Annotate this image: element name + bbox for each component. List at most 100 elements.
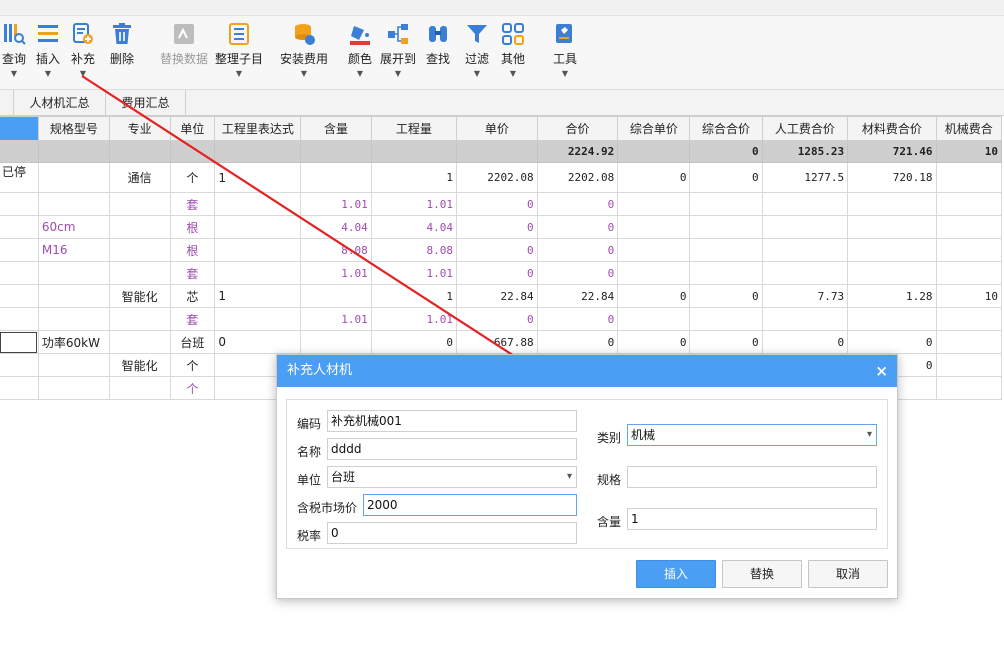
table-cell[interactable]: 0 — [456, 238, 538, 262]
col-header[interactable] — [0, 116, 39, 141]
table-cell[interactable]: 1.01 — [370, 261, 458, 285]
table-cell[interactable]: 0 — [214, 330, 302, 354]
table-cell[interactable] — [0, 330, 39, 354]
table-cell[interactable] — [108, 330, 171, 354]
table-cell[interactable]: 0 — [370, 330, 458, 354]
replace-button[interactable]: 替换 — [722, 560, 802, 588]
table-row[interactable]: 功率60kW 台班 0 0 667.88 0 0 0 0 0 — [0, 330, 1003, 354]
insert-button[interactable]: 插入 ▼ — [32, 22, 64, 84]
table-cell[interactable] — [37, 162, 110, 193]
table-cell[interactable] — [0, 284, 39, 308]
table-cell[interactable]: 功率60kW — [37, 330, 110, 354]
table-cell[interactable] — [617, 192, 691, 216]
table-cell[interactable] — [761, 215, 849, 239]
table-cell[interactable]: 1.01 — [300, 192, 372, 216]
table-cell[interactable]: 4.04 — [300, 215, 372, 239]
table-cell[interactable] — [37, 261, 110, 285]
col-header[interactable]: 工程里表达式 — [214, 116, 302, 141]
install-cost-button[interactable]: 安装费用 ▼ — [276, 22, 332, 84]
table-cell[interactable] — [108, 238, 171, 262]
expand-to-button[interactable]: 展开到 ▼ — [378, 22, 418, 84]
table-cell[interactable] — [37, 192, 110, 216]
table-cell[interactable] — [935, 261, 1003, 285]
table-cell[interactable]: 0 — [456, 215, 538, 239]
unit-select[interactable]: 台班 — [327, 466, 577, 488]
table-cell[interactable]: 22.84 — [456, 284, 538, 308]
table-cell[interactable] — [0, 376, 39, 400]
table-cell[interactable]: 4.04 — [370, 215, 458, 239]
table-cell[interactable]: 0 — [617, 330, 691, 354]
qty-input[interactable]: 1 — [627, 508, 877, 530]
table-cell[interactable]: 1.01 — [370, 192, 458, 216]
table-row[interactable]: 智能化芯 1 1 22.84 22.84 0 0 7.73 1.28 10 — [0, 284, 1003, 308]
table-cell[interactable]: 个 — [169, 353, 216, 377]
replace-data-button[interactable]: 替换数据 — [156, 22, 212, 84]
table-cell[interactable] — [108, 215, 171, 239]
table-cell[interactable] — [847, 261, 937, 285]
table-cell[interactable] — [689, 307, 763, 331]
table-cell[interactable] — [689, 238, 763, 262]
table-cell[interactable] — [214, 307, 302, 331]
table-cell[interactable]: 0 — [456, 307, 538, 331]
table-cell[interactable] — [108, 261, 171, 285]
col-header[interactable]: 综合单价 — [617, 116, 691, 141]
table-cell[interactable] — [761, 307, 849, 331]
organize-button[interactable]: 整理子目 ▼ — [212, 22, 266, 84]
price-input[interactable]: 2000 — [363, 494, 577, 516]
col-header[interactable]: 工程量 — [370, 116, 458, 141]
table-cell[interactable] — [689, 192, 763, 216]
table-cell[interactable] — [935, 238, 1003, 262]
table-cell[interactable]: 0 — [536, 215, 619, 239]
table-cell[interactable] — [0, 261, 39, 285]
table-cell[interactable]: 0 — [617, 162, 691, 193]
supplement-button[interactable]: 补充 ▼ — [66, 22, 100, 84]
table-cell[interactable] — [108, 192, 171, 216]
table-row[interactable]: M16 根 8.08 8.08 0 0 — [0, 238, 1003, 262]
col-header[interactable]: 综合合价 — [689, 116, 763, 141]
table-cell[interactable] — [300, 284, 372, 308]
table-cell[interactable]: 个 — [169, 376, 216, 400]
table-cell[interactable]: 22.84 — [536, 284, 619, 308]
code-input[interactable]: 补充机械001 — [327, 410, 577, 432]
table-cell[interactable]: 0 — [689, 284, 763, 308]
table-cell[interactable]: 0 — [536, 307, 619, 331]
table-cell[interactable] — [214, 261, 302, 285]
delete-button[interactable]: 删除 — [106, 22, 138, 84]
find-button[interactable]: 查找 — [422, 22, 454, 84]
insert-button[interactable]: 插入 — [636, 560, 716, 588]
table-cell[interactable] — [935, 353, 1003, 377]
table-cell[interactable] — [617, 215, 691, 239]
col-header[interactable]: 人工费合价 — [761, 116, 849, 141]
table-cell[interactable] — [935, 192, 1003, 216]
table-cell[interactable]: 套 — [169, 192, 216, 216]
table-cell[interactable]: 1 — [214, 284, 302, 308]
table-cell[interactable] — [300, 162, 372, 193]
spec-input[interactable] — [627, 466, 877, 488]
table-cell[interactable]: 1.01 — [300, 307, 372, 331]
table-cell[interactable]: 台班 — [169, 330, 216, 354]
table-cell[interactable]: 0 — [761, 330, 849, 354]
table-cell[interactable] — [0, 238, 39, 262]
table-cell[interactable]: 芯 — [169, 284, 216, 308]
table-cell[interactable]: 7.73 — [761, 284, 849, 308]
tab-cost-summary[interactable]: 费用汇总 — [106, 90, 186, 116]
table-cell[interactable]: 0 — [456, 261, 538, 285]
table-cell[interactable]: 720.18 — [847, 162, 937, 193]
col-header[interactable]: 含量 — [300, 116, 372, 141]
table-cell[interactable] — [847, 307, 937, 331]
table-cell[interactable]: 已停 — [0, 162, 39, 193]
col-header[interactable]: 单位 — [169, 116, 216, 141]
table-cell[interactable]: 通信 — [108, 162, 171, 193]
table-cell[interactable] — [108, 376, 171, 400]
col-header[interactable]: 材料费合价 — [847, 116, 937, 141]
table-cell[interactable]: 智能化 — [108, 353, 171, 377]
table-row[interactable]: 60cm 根 4.04 4.04 0 0 — [0, 215, 1003, 239]
table-cell[interactable] — [689, 261, 763, 285]
table-cell[interactable] — [847, 215, 937, 239]
table-cell[interactable] — [214, 215, 302, 239]
table-cell[interactable]: 2202.08 — [536, 162, 619, 193]
table-cell[interactable] — [761, 192, 849, 216]
tools-button[interactable]: 工具 ▼ — [548, 22, 582, 84]
more-button[interactable]: 其他 ▼ — [496, 22, 530, 84]
table-cell[interactable] — [0, 192, 39, 216]
